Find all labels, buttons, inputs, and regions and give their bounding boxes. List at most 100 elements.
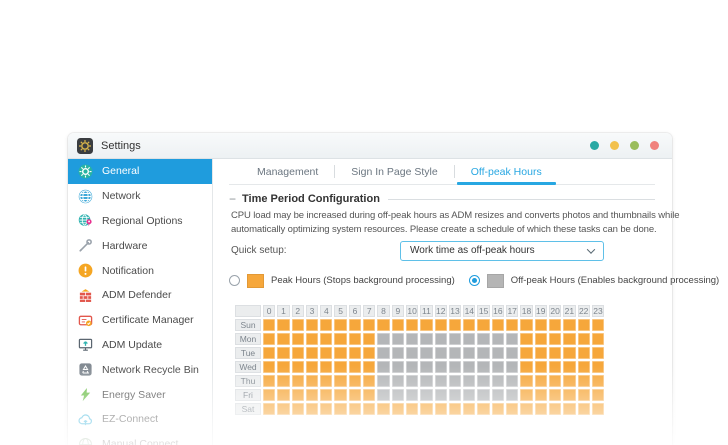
schedule-cell-wed-5[interactable] (334, 361, 346, 373)
quick-setup-dropdown[interactable]: Work time as off-peak hours (400, 241, 604, 261)
schedule-cell-sun-10[interactable] (406, 319, 418, 331)
schedule-cell-thu-0[interactable] (263, 375, 275, 387)
schedule-cell-mon-23[interactable] (592, 333, 604, 345)
schedule-cell-wed-22[interactable] (578, 361, 590, 373)
schedule-cell-tue-8[interactable] (377, 347, 389, 359)
schedule-cell-fri-19[interactable] (535, 389, 547, 401)
schedule-cell-fri-13[interactable] (449, 389, 461, 401)
schedule-cell-mon-10[interactable] (406, 333, 418, 345)
schedule-cell-mon-11[interactable] (420, 333, 432, 345)
schedule-cell-thu-9[interactable] (392, 375, 404, 387)
schedule-cell-thu-22[interactable] (578, 375, 590, 387)
schedule-cell-thu-12[interactable] (435, 375, 447, 387)
schedule-cell-sun-6[interactable] (349, 319, 361, 331)
schedule-cell-sat-8[interactable] (377, 403, 389, 415)
schedule-cell-wed-4[interactable] (320, 361, 332, 373)
radio-unselected[interactable] (229, 275, 240, 286)
schedule-cell-sat-4[interactable] (320, 403, 332, 415)
schedule-cell-fri-5[interactable] (334, 389, 346, 401)
schedule-cell-mon-3[interactable] (306, 333, 318, 345)
schedule-cell-thu-7[interactable] (363, 375, 375, 387)
sidebar-item-manual-connect[interactable]: Manual Connect (68, 432, 212, 445)
schedule-cell-tue-13[interactable] (449, 347, 461, 359)
schedule-cell-mon-21[interactable] (563, 333, 575, 345)
schedule-cell-wed-3[interactable] (306, 361, 318, 373)
sidebar-item-notification[interactable]: Notification (68, 258, 212, 283)
schedule-cell-thu-21[interactable] (563, 375, 575, 387)
teal-window-dot[interactable] (590, 141, 599, 150)
schedule-cell-sun-8[interactable] (377, 319, 389, 331)
schedule-cell-fri-4[interactable] (320, 389, 332, 401)
schedule-cell-sat-22[interactable] (578, 403, 590, 415)
schedule-cell-sat-10[interactable] (406, 403, 418, 415)
schedule-cell-wed-17[interactable] (506, 361, 518, 373)
schedule-cell-fri-11[interactable] (420, 389, 432, 401)
sidebar-item-network-recycle-bin[interactable]: Network Recycle Bin (68, 357, 212, 382)
schedule-cell-fri-17[interactable] (506, 389, 518, 401)
schedule-cell-mon-22[interactable] (578, 333, 590, 345)
schedule-cell-sat-12[interactable] (435, 403, 447, 415)
schedule-cell-tue-17[interactable] (506, 347, 518, 359)
schedule-cell-sat-7[interactable] (363, 403, 375, 415)
schedule-cell-sat-2[interactable] (292, 403, 304, 415)
sidebar-item-network[interactable]: Network (68, 184, 212, 209)
schedule-cell-sat-21[interactable] (563, 403, 575, 415)
schedule-cell-mon-20[interactable] (549, 333, 561, 345)
schedule-cell-sat-11[interactable] (420, 403, 432, 415)
schedule-cell-mon-6[interactable] (349, 333, 361, 345)
schedule-cell-fri-8[interactable] (377, 389, 389, 401)
schedule-cell-mon-18[interactable] (520, 333, 532, 345)
tab-management[interactable]: Management (241, 159, 334, 184)
schedule-cell-mon-12[interactable] (435, 333, 447, 345)
schedule-cell-sat-16[interactable] (492, 403, 504, 415)
schedule-cell-mon-1[interactable] (277, 333, 289, 345)
schedule-cell-sun-19[interactable] (535, 319, 547, 331)
schedule-cell-wed-14[interactable] (463, 361, 475, 373)
schedule-cell-sun-11[interactable] (420, 319, 432, 331)
schedule-cell-thu-1[interactable] (277, 375, 289, 387)
schedule-cell-mon-5[interactable] (334, 333, 346, 345)
red-window-dot[interactable] (650, 141, 659, 150)
schedule-cell-sun-17[interactable] (506, 319, 518, 331)
schedule-cell-thu-11[interactable] (420, 375, 432, 387)
schedule-cell-tue-22[interactable] (578, 347, 590, 359)
sidebar-item-adm-update[interactable]: ADM Update (68, 333, 212, 358)
schedule-cell-fri-2[interactable] (292, 389, 304, 401)
schedule-cell-fri-9[interactable] (392, 389, 404, 401)
schedule-cell-sat-1[interactable] (277, 403, 289, 415)
schedule-cell-thu-23[interactable] (592, 375, 604, 387)
schedule-cell-wed-18[interactable] (520, 361, 532, 373)
schedule-cell-fri-21[interactable] (563, 389, 575, 401)
schedule-cell-sat-3[interactable] (306, 403, 318, 415)
schedule-cell-thu-16[interactable] (492, 375, 504, 387)
schedule-cell-fri-20[interactable] (549, 389, 561, 401)
schedule-cell-sun-1[interactable] (277, 319, 289, 331)
schedule-cell-wed-20[interactable] (549, 361, 561, 373)
schedule-cell-fri-0[interactable] (263, 389, 275, 401)
schedule-cell-thu-5[interactable] (334, 375, 346, 387)
schedule-cell-tue-11[interactable] (420, 347, 432, 359)
schedule-cell-mon-15[interactable] (477, 333, 489, 345)
schedule-cell-wed-12[interactable] (435, 361, 447, 373)
schedule-cell-wed-23[interactable] (592, 361, 604, 373)
schedule-cell-sat-13[interactable] (449, 403, 461, 415)
schedule-cell-sun-22[interactable] (578, 319, 590, 331)
schedule-cell-mon-4[interactable] (320, 333, 332, 345)
schedule-cell-wed-6[interactable] (349, 361, 361, 373)
schedule-cell-tue-5[interactable] (334, 347, 346, 359)
schedule-cell-wed-10[interactable] (406, 361, 418, 373)
schedule-cell-mon-14[interactable] (463, 333, 475, 345)
schedule-cell-sun-20[interactable] (549, 319, 561, 331)
schedule-cell-sat-6[interactable] (349, 403, 361, 415)
schedule-cell-fri-16[interactable] (492, 389, 504, 401)
tab-off-peak-hours[interactable]: Off-peak Hours (455, 159, 558, 184)
schedule-cell-fri-10[interactable] (406, 389, 418, 401)
schedule-cell-sat-17[interactable] (506, 403, 518, 415)
schedule-cell-mon-16[interactable] (492, 333, 504, 345)
schedule-cell-wed-19[interactable] (535, 361, 547, 373)
sidebar-item-energy-saver[interactable]: Energy Saver (68, 382, 212, 407)
schedule-cell-fri-22[interactable] (578, 389, 590, 401)
schedule-cell-mon-17[interactable] (506, 333, 518, 345)
schedule-cell-fri-1[interactable] (277, 389, 289, 401)
schedule-cell-fri-14[interactable] (463, 389, 475, 401)
